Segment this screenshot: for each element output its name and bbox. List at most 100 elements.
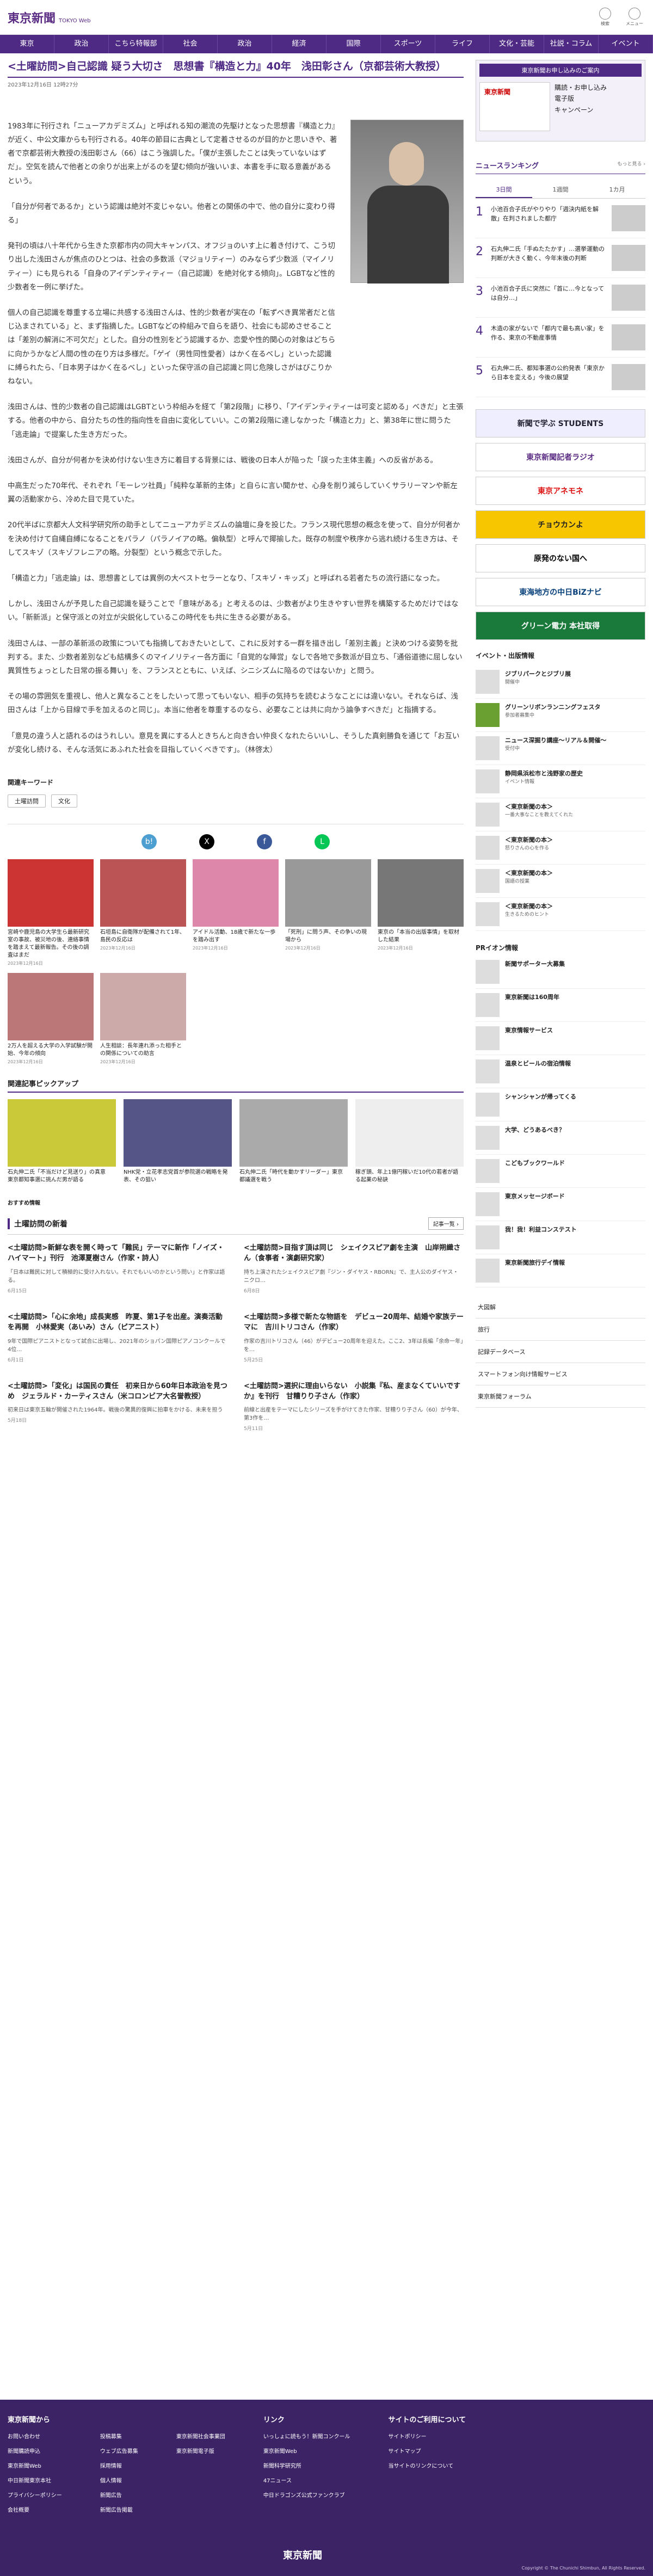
nav-item[interactable]: イベント xyxy=(599,35,653,53)
pr-item[interactable]: シャンシャンが帰ってくる xyxy=(476,1088,645,1121)
nav-item[interactable]: こちら特報部 xyxy=(109,35,163,53)
footer-link[interactable]: お問い合わせ xyxy=(8,2432,62,2440)
pr-item[interactable]: 我！我！利益コンステスト xyxy=(476,1221,645,1254)
ranking-item[interactable]: 5 石丸伸二氏、都知事選の公約発表「東京から日本を変える」今後の展望 xyxy=(476,358,645,397)
related-card[interactable]: 宮崎や鹿児島の大学生ら最新研究室の事故、被災地の後、連絡事情を踏まえて最新報告。… xyxy=(8,859,94,966)
ranking-item[interactable]: 4 木造の家がないで「都内で最も高い家」を作る、東京の不動産事情 xyxy=(476,318,645,358)
nav-item[interactable]: 東京 xyxy=(0,35,54,53)
series-item[interactable]: <土曜訪問>新鮮な表を開く時って「難民」テーマに新作「ノイズ・ハイマート」刊行 … xyxy=(8,1243,227,1294)
pickup-card[interactable]: 稼ぎ頭、年上1億円稼いだ10代の若者が語る起業の秘訣 xyxy=(355,1099,464,1184)
pr-item[interactable]: こどもブックワールド xyxy=(476,1155,645,1188)
footer-link[interactable]: 個人情報 xyxy=(100,2476,138,2484)
series-item[interactable]: <土曜訪問>選択に理由いらない 小説集『私、産まなくていいですか』を刊行 甘糟り… xyxy=(244,1382,464,1432)
footer-link[interactable]: 中日ドラゴンズ公式ファンクラブ xyxy=(263,2491,350,2499)
ranking-more[interactable]: もっと見る › xyxy=(618,160,645,170)
series-item[interactable]: <土曜訪問>目指す頂は同じ シェイクスピア劇を主演 山岸朔織さん（食事者・演劇研… xyxy=(244,1243,464,1294)
event-item[interactable]: ジブリパークとジブリ展 開催中 xyxy=(476,665,645,699)
footer-link[interactable]: 東京新聞社会事業団 xyxy=(176,2432,225,2440)
side-banner[interactable]: 新聞で学ぶ STUDENTS xyxy=(476,409,645,437)
footer-link[interactable]: 採用情報 xyxy=(100,2461,138,2469)
nav-item[interactable]: 経済 xyxy=(272,35,326,53)
side-banner[interactable]: 東京新聞記者ラジオ xyxy=(476,443,645,471)
line-icon[interactable]: L xyxy=(315,834,330,849)
footer-link[interactable]: 新聞科学研究所 xyxy=(263,2461,350,2469)
nav-item[interactable]: 文化・芸能 xyxy=(490,35,544,53)
event-item[interactable]: ＜東京新聞の本＞ 国語の授業 xyxy=(476,865,645,898)
footer-link[interactable]: 新聞広告 xyxy=(100,2491,138,2499)
pickup-card[interactable]: NHK党・立花孝志党首が参院選の戦略を発表、その狙い xyxy=(124,1099,232,1184)
search-icon[interactable]: 検索 xyxy=(594,8,616,27)
series-more-button[interactable]: 記事一覧 › xyxy=(428,1217,464,1230)
related-card[interactable]: 東京の「本当の出版事情」を取材した結果 2023年12月16日 xyxy=(378,859,464,966)
ranking-item[interactable]: 3 小池百合子氏に突然に「首に…今となっては自分…」 xyxy=(476,278,645,318)
footer-link[interactable]: ウェブ広告募集 xyxy=(100,2446,138,2455)
footer-link[interactable]: 47ニュース xyxy=(263,2476,350,2484)
pr-item[interactable]: 東京新聞旅行デイ情報 xyxy=(476,1254,645,1287)
side-link[interactable]: 東京新聞フォーラム xyxy=(476,1385,645,1408)
series-item[interactable]: <土曜訪問>「心に余地」成長実感 昨夏、第1子を出産。演奏活動を再開 小林愛実（… xyxy=(8,1312,227,1363)
related-card[interactable]: 人生相談：長年連れ添った相手との関係についての助言 2023年12月16日 xyxy=(100,973,186,1065)
event-item[interactable]: 静岡県浜松市と浅野家の歴史 イベント情報 xyxy=(476,765,645,798)
related-card[interactable]: 石垣島に自衛隊が配備されて1年、島民の反応は 2023年12月16日 xyxy=(100,859,186,966)
footer-link[interactable]: 東京新聞Web xyxy=(8,2461,62,2469)
footer-link[interactable]: 新聞購読申込 xyxy=(8,2446,62,2455)
event-item[interactable]: ＜東京新聞の本＞ 生きるためのヒント xyxy=(476,898,645,931)
ranking-tab[interactable]: 3日間 xyxy=(476,182,532,198)
footer-link[interactable]: サイトマップ xyxy=(389,2446,466,2455)
side-banner[interactable]: 原発のない国へ xyxy=(476,544,645,572)
keyword-tag[interactable]: 文化 xyxy=(51,794,77,808)
side-link[interactable]: 記録データベース xyxy=(476,1341,645,1363)
ranking-item[interactable]: 2 石丸伸二氏「手ぬたたかす」…選挙運動の判断が大きく動く、今年末後の判断 xyxy=(476,238,645,278)
footer-link[interactable]: 投稿募集 xyxy=(100,2432,138,2440)
event-item[interactable]: ニュース深掘り講座〜リアル＆開催〜 受付中 xyxy=(476,732,645,765)
footer-link[interactable]: 会社概要 xyxy=(8,2505,62,2513)
pr-item[interactable]: 大学、どうあるべき？ xyxy=(476,1121,645,1155)
side-link[interactable]: 旅行 xyxy=(476,1318,645,1341)
footer-link[interactable]: 中日新聞東京本社 xyxy=(8,2476,62,2484)
nav-item[interactable]: 社会 xyxy=(163,35,218,53)
event-item[interactable]: グリーンリボンランニングフェスタ 参加者募集中 xyxy=(476,699,645,732)
keyword-tag[interactable]: 土曜訪問 xyxy=(8,794,46,808)
footer-link[interactable]: いっしょに読もう！新聞コンクール xyxy=(263,2432,350,2440)
series-item[interactable]: <土曜訪問>「変化」は国民の責任 初来日から60年日本政治を見つめ ジェラルド・… xyxy=(8,1382,227,1432)
side-banner[interactable]: 東海地方の中日BiZナビ xyxy=(476,578,645,606)
facebook-icon[interactable]: f xyxy=(257,834,272,849)
footer-link[interactable]: 東京新聞Web xyxy=(263,2446,350,2455)
related-card[interactable]: 2万人を超える大学の入学試験が開始、今年の傾向 2023年12月16日 xyxy=(8,973,94,1065)
side-banner[interactable]: 東京アネモネ xyxy=(476,477,645,505)
series-item[interactable]: <土曜訪問>多様で新たな物語を デビュー20周年、結婚や家族テーマに 吉川トリコ… xyxy=(244,1312,464,1363)
pickup-card[interactable]: 石丸伸二氏「不当だけど見送り」の真意 東京都知事選に挑んだ男が語る xyxy=(8,1099,116,1184)
pr-item[interactable]: 東京情報サービス xyxy=(476,1022,645,1055)
side-link[interactable]: スマートフォン向け情報サービス xyxy=(476,1363,645,1385)
pickup-card[interactable]: 石丸伸二氏「時代を動かすリーダー」東京都議選を戦う xyxy=(239,1099,348,1184)
pr-item[interactable]: 温泉とビールの宿泊情報 xyxy=(476,1055,645,1088)
related-card[interactable]: アイドル活動、18歳で新たな一歩を踏み出す 2023年12月16日 xyxy=(193,859,279,966)
side-link[interactable]: 大図解 xyxy=(476,1296,645,1318)
nav-item[interactable]: 政治 xyxy=(218,35,272,53)
ranking-tab[interactable]: 1カ月 xyxy=(589,182,645,198)
related-card[interactable]: 「死刑」に問う声、その争いの現場から 2023年12月16日 xyxy=(285,859,371,966)
footer-link[interactable]: 新聞広告掲載 xyxy=(100,2505,138,2513)
x-icon[interactable]: X xyxy=(199,834,214,849)
side-banner[interactable]: チョウカンよ xyxy=(476,510,645,539)
nav-item[interactable]: 国際 xyxy=(326,35,381,53)
nav-item[interactable]: 社説・コラム xyxy=(544,35,599,53)
site-logo[interactable]: 東京新聞 TOKYO Web xyxy=(8,9,91,26)
nav-item[interactable]: ライフ xyxy=(435,35,490,53)
pr-item[interactable]: 東京メッセージボード xyxy=(476,1188,645,1221)
event-item[interactable]: ＜東京新聞の本＞ 一番大事なことを教えてくれた xyxy=(476,798,645,831)
hatena-icon[interactable]: b! xyxy=(141,834,157,849)
nav-item[interactable]: スポーツ xyxy=(381,35,435,53)
pr-item[interactable]: 新聞サポーター大募集 xyxy=(476,956,645,989)
side-banner[interactable]: グリーン電力 本社取得 xyxy=(476,612,645,640)
subscription-ad[interactable]: 東京新聞お申し込みのご案内 東京新聞 購読・お申し込み 電子版 キャンペーン xyxy=(476,60,645,141)
ranking-tab[interactable]: 1週間 xyxy=(532,182,589,198)
footer-link[interactable]: サイトポリシー xyxy=(389,2432,466,2440)
footer-link[interactable]: プライバシーポリシー xyxy=(8,2491,62,2499)
event-item[interactable]: ＜東京新聞の本＞ 怒りさんの心を作る xyxy=(476,831,645,865)
pr-item[interactable]: 東京新聞は160周年 xyxy=(476,989,645,1022)
ranking-item[interactable]: 1 小池百合子氏がやりやり「週決内紙を解散」在判されました都庁 xyxy=(476,199,645,238)
menu-icon[interactable]: メニュー xyxy=(624,8,645,27)
footer-logo[interactable]: 東京新聞 xyxy=(283,2548,322,2562)
footer-link[interactable]: 当サイトのリンクについて xyxy=(389,2461,466,2469)
